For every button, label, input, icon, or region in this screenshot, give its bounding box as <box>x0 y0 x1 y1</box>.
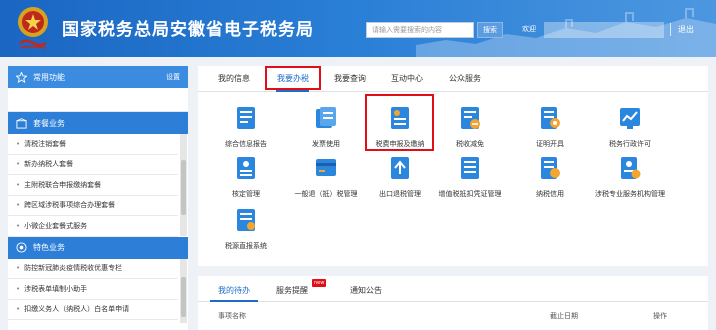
tab-service-reminder[interactable]: 服务提醒 <box>276 285 308 296</box>
invoice-icon <box>316 107 336 128</box>
package-icon <box>16 117 27 129</box>
service-info-report[interactable]: 综合信息报告 <box>206 106 286 149</box>
service-refund[interactable]: 一般退（抵）税管理 <box>286 156 366 199</box>
sidebar-item-label: 主附税联合申报缴纳套餐 <box>24 180 102 189</box>
service-label: 一般退（抵）税管理 <box>294 190 358 198</box>
agency-icon <box>621 157 641 179</box>
user-name-area <box>544 22 664 38</box>
vat-voucher-icon <box>461 157 479 179</box>
sidebar-item-label: 跨区域涉税事项综合办理套餐 <box>24 201 116 210</box>
service-highlight-box <box>365 94 434 151</box>
main-tabs: 我的信息 我要办税 我要查询 互动中心 公众服务 <box>198 66 708 92</box>
tax-relief-icon <box>461 107 480 129</box>
search-input[interactable]: 请输入需要搜索的内容 <box>366 22 474 38</box>
tab-notices[interactable]: 通知公告 <box>350 285 382 296</box>
document-list-icon <box>237 107 255 129</box>
service-approval[interactable]: 核定管理 <box>206 156 286 199</box>
service-label: 证明开具 <box>536 140 564 148</box>
logout-link[interactable]: 退出 <box>678 24 694 35</box>
service-vat-voucher[interactable]: 增值税抵扣凭证管理 <box>430 156 510 199</box>
sidebar-item-label: 防控新冠肺炎疫情税收优惠专栏 <box>24 264 123 273</box>
site-title: 国家税务总局安徽省电子税务局 <box>62 20 314 40</box>
sidebar-item[interactable]: • 防控新冠肺炎疫情税收优惠专栏 <box>8 259 178 279</box>
license-chart-icon <box>620 108 640 129</box>
credit-icon <box>541 157 560 179</box>
todo-panel: 我的待办 服务提醒 new 通知公告 事项名称 截止日期 操作 <box>198 276 708 330</box>
todo-tabs: 我的待办 服务提醒 new 通知公告 <box>198 276 708 302</box>
tab-query[interactable]: 我要查询 <box>334 73 366 84</box>
service-agency-management[interactable]: 涉税专业服务机构管理 <box>590 156 670 199</box>
star-icon <box>16 71 27 83</box>
service-label: 综合信息报告 <box>225 140 267 148</box>
sidebar-item-label: 清税注销套餐 <box>24 139 67 148</box>
special-business-title: 特色业务 <box>33 243 65 252</box>
common-functions-header: 常用功能 设置 <box>8 66 188 88</box>
scrollbar[interactable] <box>180 258 187 323</box>
common-functions-list <box>8 88 188 112</box>
column-header-item-name: 事项名称 <box>218 312 246 320</box>
tax-emblem-logo <box>18 7 48 49</box>
active-tab-underline <box>276 90 309 92</box>
column-header-deadline: 截止日期 <box>550 312 578 320</box>
tab-my-info[interactable]: 我的信息 <box>218 73 250 84</box>
welcome-text: 欢迎 <box>522 25 536 33</box>
sidebar-item[interactable]: • 清税注销套餐 <box>8 134 178 155</box>
sidebar-item[interactable]: • 扣缴义务人（纳税人）白名单申请 <box>8 300 178 320</box>
sidebar-item-label: 小微企业套餐式服务 <box>24 221 88 230</box>
service-label: 涉税专业服务机构管理 <box>595 190 665 198</box>
tab-public-service[interactable]: 公众服务 <box>449 73 481 84</box>
site-header: 国家税务总局安徽省电子税务局 请输入需要搜索的内容 搜索 欢迎 退出 <box>0 0 716 57</box>
service-admin-license[interactable]: 税务行政许可 <box>590 106 670 149</box>
sidebar-item-label: 涉税表单填制小助手 <box>24 284 88 293</box>
service-invoice[interactable]: 发票使用 <box>286 106 366 149</box>
tab-my-todo[interactable]: 我的待办 <box>218 285 250 296</box>
common-functions-title: 常用功能 <box>33 72 65 82</box>
service-label: 纳税信用 <box>536 190 564 198</box>
scrollbar[interactable] <box>180 134 187 236</box>
sidebar: 常用功能 设置 套餐业务 • 清税注销套餐 • 新办纳税人套餐 • 主附税联合申报缴纳… <box>8 66 188 330</box>
service-label: 税务行政许可 <box>609 140 651 148</box>
certificate-icon <box>541 107 560 129</box>
package-business-header[interactable]: 套餐业务 <box>8 112 188 134</box>
service-label: 税收减免 <box>456 140 484 148</box>
sidebar-item[interactable]: • 跨区域涉税事项综合办理套餐 <box>8 196 178 216</box>
service-tax-credit[interactable]: 纳税信用 <box>510 156 590 199</box>
service-certificate[interactable]: 证明开具 <box>510 106 590 149</box>
search-button[interactable]: 搜索 <box>477 22 503 38</box>
settings-link[interactable]: 设置 <box>166 72 180 82</box>
special-business-list: • 防控新冠肺炎疫情税收优惠专栏 • 涉税表单填制小助手 • 扣缴义务人（纳税人）白名… <box>8 258 188 323</box>
sidebar-item[interactable]: • 小微企业套餐式服务 <box>8 216 178 237</box>
special-business-header[interactable]: 特色业务 <box>8 236 188 259</box>
tab-highlight-box <box>265 66 321 90</box>
service-label: 核定管理 <box>232 190 260 198</box>
service-label: 发票使用 <box>312 140 340 148</box>
service-export-refund[interactable]: 出口退税管理 <box>360 156 440 199</box>
sidebar-item-label: 扣缴义务人（纳税人）白名单申请 <box>24 305 130 314</box>
column-header-action: 操作 <box>653 312 667 320</box>
sidebar-item[interactable]: • 涉税表单填制小助手 <box>8 279 178 300</box>
refund-icon <box>316 159 336 176</box>
sidebar-item-label: 新办纳税人套餐 <box>24 160 74 169</box>
package-business-title: 套餐业务 <box>33 118 65 128</box>
special-icon <box>16 242 27 253</box>
package-business-list: • 清税注销套餐 • 新办纳税人套餐 • 主附税联合申报缴纳套餐 • 跨区域涉税事项综合… <box>8 134 188 237</box>
service-direct-report[interactable]: 税源直报系统 <box>206 208 286 251</box>
sidebar-item[interactable]: • 新办纳税人套餐 <box>8 155 178 175</box>
main-panel: 我的信息 我要办税 我要查询 互动中心 公众服务 综合信息报告 发票使用 税费申… <box>198 66 708 266</box>
header-divider <box>670 23 671 36</box>
service-label: 增值税抵扣凭证管理 <box>438 190 502 198</box>
service-label: 税源直报系统 <box>225 242 267 250</box>
sidebar-item[interactable]: • 主附税联合申报缴纳套餐 <box>8 175 178 196</box>
tab-interaction[interactable]: 互动中心 <box>391 73 423 84</box>
service-tax-relief[interactable]: 税收减免 <box>430 106 510 149</box>
approval-icon <box>237 157 255 179</box>
service-label: 出口退税管理 <box>379 190 421 198</box>
active-tab-underline <box>210 300 258 302</box>
export-refund-icon <box>391 157 409 179</box>
new-badge: new <box>312 279 327 287</box>
direct-report-icon <box>237 209 255 231</box>
